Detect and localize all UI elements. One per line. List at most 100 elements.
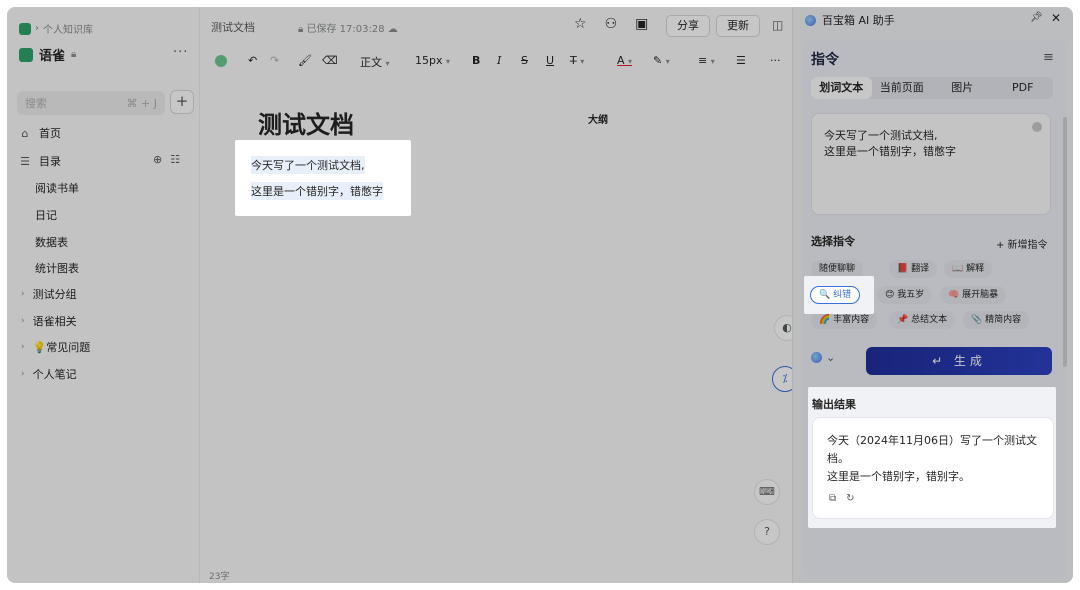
word-count: 23字	[209, 572, 230, 582]
sidebar-item-toc[interactable]: ☰ 目录	[19, 153, 61, 169]
section-title: 指令	[811, 52, 839, 68]
proofread-chip[interactable]: 🔍 纠错	[810, 286, 861, 304]
command-chip[interactable]: 📎 精简内容	[963, 311, 1030, 329]
pin-icon[interactable]: 📌︎	[1030, 12, 1043, 23]
group-item[interactable]: › 个人笔记	[21, 366, 77, 382]
ai-logo-icon	[805, 14, 816, 26]
highlight-icon[interactable]: ✎ ▾	[653, 54, 670, 67]
close-icon[interactable]: ✕	[1051, 11, 1061, 25]
doc-name: 测试文档	[211, 21, 255, 34]
italic-button[interactable]: I	[497, 54, 501, 67]
command-chip[interactable]: 📕 翻译	[889, 260, 938, 278]
tab-selected-text[interactable]: 划词文本	[811, 77, 872, 99]
model-select[interactable]: ⌄	[811, 351, 835, 364]
strikethrough-button[interactable]: S	[521, 54, 528, 67]
output-callout: 输出结果 今天（2024年11月06日）写了一个测试文 档。 这里是一个错别字，…	[808, 387, 1056, 528]
more-icon[interactable]: ···	[173, 45, 188, 60]
page-title[interactable]: 测试文档	[258, 105, 354, 140]
output-label: 输出结果	[812, 398, 856, 411]
group-item[interactable]: › 语雀相关	[21, 313, 77, 329]
new-command-button[interactable]: + 新增指令	[996, 236, 1048, 251]
group-label: 测试分组	[32, 288, 77, 301]
format-painter-icon[interactable]: 🖌︎	[298, 54, 312, 67]
toolbar: ↶ ↷ 🖌︎ ⌫ 正文 ▾ 15px ▾ B I S U T̶ ▾ A ▾ ✎ …	[200, 49, 792, 73]
tab-image[interactable]: 图片	[932, 77, 993, 99]
locate-icon[interactable]: ⊕	[153, 153, 162, 166]
search-input[interactable]: 搜索 ⌘ + J	[17, 91, 165, 115]
help-icon[interactable]: ?	[754, 519, 780, 545]
undo-icon[interactable]: ↶	[248, 54, 257, 67]
group-item[interactable]: › 测试分组	[21, 286, 77, 302]
refresh-icon[interactable]: ↻	[846, 490, 854, 508]
scrollbar[interactable]	[1063, 117, 1067, 367]
command-chip[interactable]: 📖 解释	[944, 260, 993, 278]
group-item[interactable]: › 💡常见问题	[21, 339, 90, 355]
chevron-down-icon: ⌄	[826, 351, 836, 364]
style-select-value: 正文	[360, 56, 382, 69]
present-icon[interactable]: ▣	[635, 16, 648, 32]
list-icon[interactable]: ☷	[170, 153, 180, 166]
output-line[interactable]: 档。	[827, 450, 1039, 468]
chevron-right-icon: ›	[21, 289, 25, 299]
font-size-select[interactable]: 15px ▾	[415, 54, 450, 67]
panel-toggle-icon[interactable]: ◫	[772, 18, 783, 32]
list-icon[interactable]: ☰	[736, 54, 746, 67]
command-chip[interactable]: 😊 我五岁	[877, 286, 933, 304]
toc-actions: ⊕ ☷	[153, 153, 180, 166]
more-icon[interactable]: ···	[770, 54, 781, 67]
doc-item[interactable]: 统计图表	[35, 260, 79, 276]
tab-current-page[interactable]: 当前页面	[872, 77, 933, 99]
output-line[interactable]: 这里是一个错别字，错别字。	[827, 468, 1039, 486]
breadcrumb-label: 个人知识库	[43, 25, 93, 36]
output-actions: ⧉ ↻	[829, 490, 855, 508]
bold-button[interactable]: B	[472, 54, 480, 67]
sidebar-item-label: 首页	[39, 127, 61, 140]
output-line[interactable]: 今天（2024年11月06日）写了一个测试文	[827, 432, 1039, 450]
cloud-icon: ☁	[384, 24, 398, 35]
top-icons: ☆ ⚇ ▣	[574, 16, 648, 32]
doc-line-2[interactable]: 这里是一个错别字，错憋字	[251, 182, 383, 200]
star-icon[interactable]: ☆	[574, 16, 587, 32]
outline-label[interactable]: 大纲	[588, 111, 608, 126]
tab-pdf[interactable]: PDF	[993, 77, 1054, 99]
sidebar-item-home[interactable]: ⌂ 首页	[19, 125, 62, 141]
menu-icon[interactable]: ≡	[1043, 50, 1054, 65]
space-title[interactable]: 语雀 🔒︎	[19, 45, 76, 64]
clear-icon[interactable]	[1032, 122, 1042, 132]
share-button[interactable]: 分享	[666, 15, 710, 37]
style-select[interactable]: 正文 ▾	[360, 54, 390, 70]
doc-item[interactable]: 阅读书单	[35, 180, 79, 196]
assistant-title: 百宝箱 AI 助手	[822, 14, 895, 27]
sidebar: › 个人知识库 语雀 🔒︎ ··· 搜索 ⌘ + J + ⌂ 首页 ☰ 目录 ⊕…	[7, 7, 200, 583]
keyboard-icon[interactable]: ⌨	[754, 479, 780, 505]
generate-button[interactable]: ↵ 生成	[866, 347, 1052, 375]
breadcrumb[interactable]: › 个人知识库	[19, 21, 93, 36]
space-logo-icon	[19, 47, 33, 62]
underline-button[interactable]: U	[546, 54, 554, 67]
command-chip[interactable]: 🧠 展开脑暴	[940, 286, 1007, 304]
input-line: 这里是一个错别字，错憋字	[824, 145, 956, 158]
doc-line-1[interactable]: 今天写了一个测试文档,	[251, 156, 365, 174]
eraser-icon[interactable]: ⌫	[322, 54, 338, 67]
align-icon[interactable]: ≡ ▾	[698, 54, 715, 67]
output-card: 今天（2024年11月06日）写了一个测试文 档。 这里是一个错别字，错别字。 …	[812, 417, 1054, 519]
clear-format-icon[interactable]: T̶ ▾	[570, 54, 584, 67]
chevron-right-icon: ›	[21, 342, 25, 352]
font-color-icon[interactable]: A ▾	[617, 54, 632, 67]
copy-icon[interactable]: ⧉	[829, 490, 836, 508]
home-icon: ⌂	[21, 126, 29, 140]
saved-status-label: 已保存 17:03:28	[306, 24, 385, 35]
command-chip[interactable]: 📌 总结文本	[889, 311, 956, 329]
doc-item[interactable]: 日记	[35, 207, 57, 223]
add-button[interactable]: +	[170, 90, 194, 114]
add-collaborator-icon[interactable]: ⚇	[605, 16, 618, 32]
lock-icon: 🔒︎	[71, 49, 77, 60]
redo-icon[interactable]: ↷	[270, 54, 279, 67]
group-label: 语雀相关	[32, 315, 77, 328]
update-button[interactable]: 更新	[716, 15, 760, 37]
app-logo-icon	[19, 22, 31, 35]
doc-item[interactable]: 数据表	[35, 234, 68, 250]
input-line: 今天写了一个测试文档,	[824, 129, 938, 142]
prompt-input[interactable]: 今天写了一个测试文档, 这里是一个错别字，错憋字	[811, 113, 1051, 215]
lock-icon: 🔒︎	[298, 24, 307, 35]
